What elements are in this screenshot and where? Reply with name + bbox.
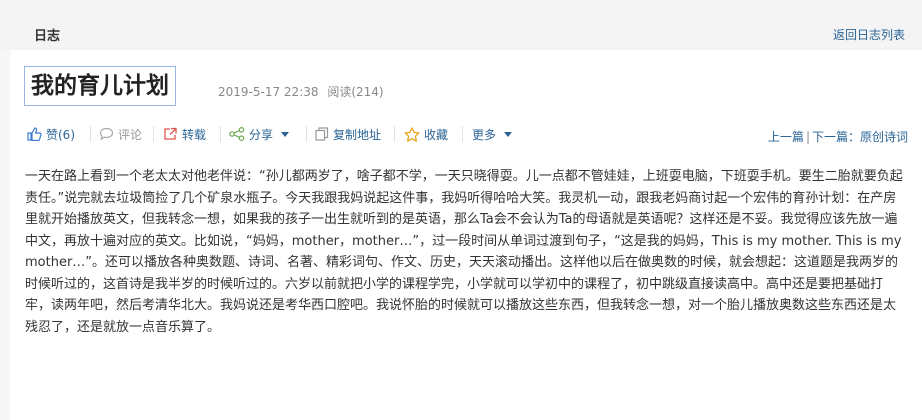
favorite-button[interactable]: 收藏 xyxy=(404,124,448,144)
read-count: 阅读(214) xyxy=(327,85,384,99)
repost-button[interactable]: 转载 xyxy=(163,124,206,144)
repost-label: 转载 xyxy=(182,127,207,142)
repost-icon xyxy=(164,127,177,140)
comment-label: 评论 xyxy=(118,127,143,142)
copy-link-label: 复制地址 xyxy=(333,127,382,142)
like-button[interactable]: 赞(6) xyxy=(27,124,75,144)
divider xyxy=(153,126,154,142)
thumbs-up-icon xyxy=(27,127,42,141)
post-toolbar: 赞(6) 评论 转载 分享 复制地址 收藏 更多 上一篇 | 下一篇：原创诗词 xyxy=(10,120,922,146)
prev-post-link[interactable]: 上一篇 xyxy=(768,130,804,144)
divider xyxy=(394,126,395,142)
share-label: 分享 xyxy=(249,127,274,142)
divider xyxy=(220,126,221,142)
comment-bubble-icon xyxy=(99,127,114,141)
copy-icon xyxy=(315,127,329,141)
article-body: 一天在路上看到一个老太太对他老伴说：“孙儿都两岁了，啥子都不学，一天只晓得耍。儿… xyxy=(25,169,903,335)
top-bar: 日志 返回日志列表 xyxy=(0,0,922,50)
chevron-down-icon xyxy=(504,131,513,137)
back-to-list-link[interactable]: 返回日志列表 xyxy=(833,26,905,43)
post-navigation: 上一篇 | 下一篇：原创诗词 xyxy=(768,128,908,145)
section-title: 日志 xyxy=(34,29,61,44)
page: 日志 返回日志列表 我的育儿计划 2019-5-17 22:38 阅读(214)… xyxy=(0,0,922,420)
post-title: 我的育儿计划 xyxy=(24,66,176,106)
more-label: 更多 xyxy=(472,127,497,142)
divider xyxy=(462,126,463,142)
share-button[interactable]: 分享 xyxy=(229,124,290,144)
share-icon xyxy=(229,127,245,141)
more-button[interactable]: 更多 xyxy=(472,124,513,144)
divider xyxy=(306,126,307,142)
star-icon xyxy=(404,126,420,142)
nav-separator: | xyxy=(805,130,810,144)
post-card: 我的育儿计划 2019-5-17 22:38 阅读(214) 赞(6) 评论 转… xyxy=(10,50,922,420)
copy-link-button[interactable]: 复制地址 xyxy=(315,124,381,144)
post-meta: 2019-5-17 22:38 阅读(214) xyxy=(218,83,384,100)
comment-button[interactable]: 评论 xyxy=(99,124,142,144)
like-label: 赞(6) xyxy=(46,127,75,142)
chevron-down-icon xyxy=(281,131,290,137)
favorite-label: 收藏 xyxy=(424,127,449,142)
next-post-link[interactable]: 下一篇：原创诗词 xyxy=(812,130,908,144)
divider xyxy=(90,126,91,142)
post-date: 2019-5-17 22:38 xyxy=(218,85,319,99)
